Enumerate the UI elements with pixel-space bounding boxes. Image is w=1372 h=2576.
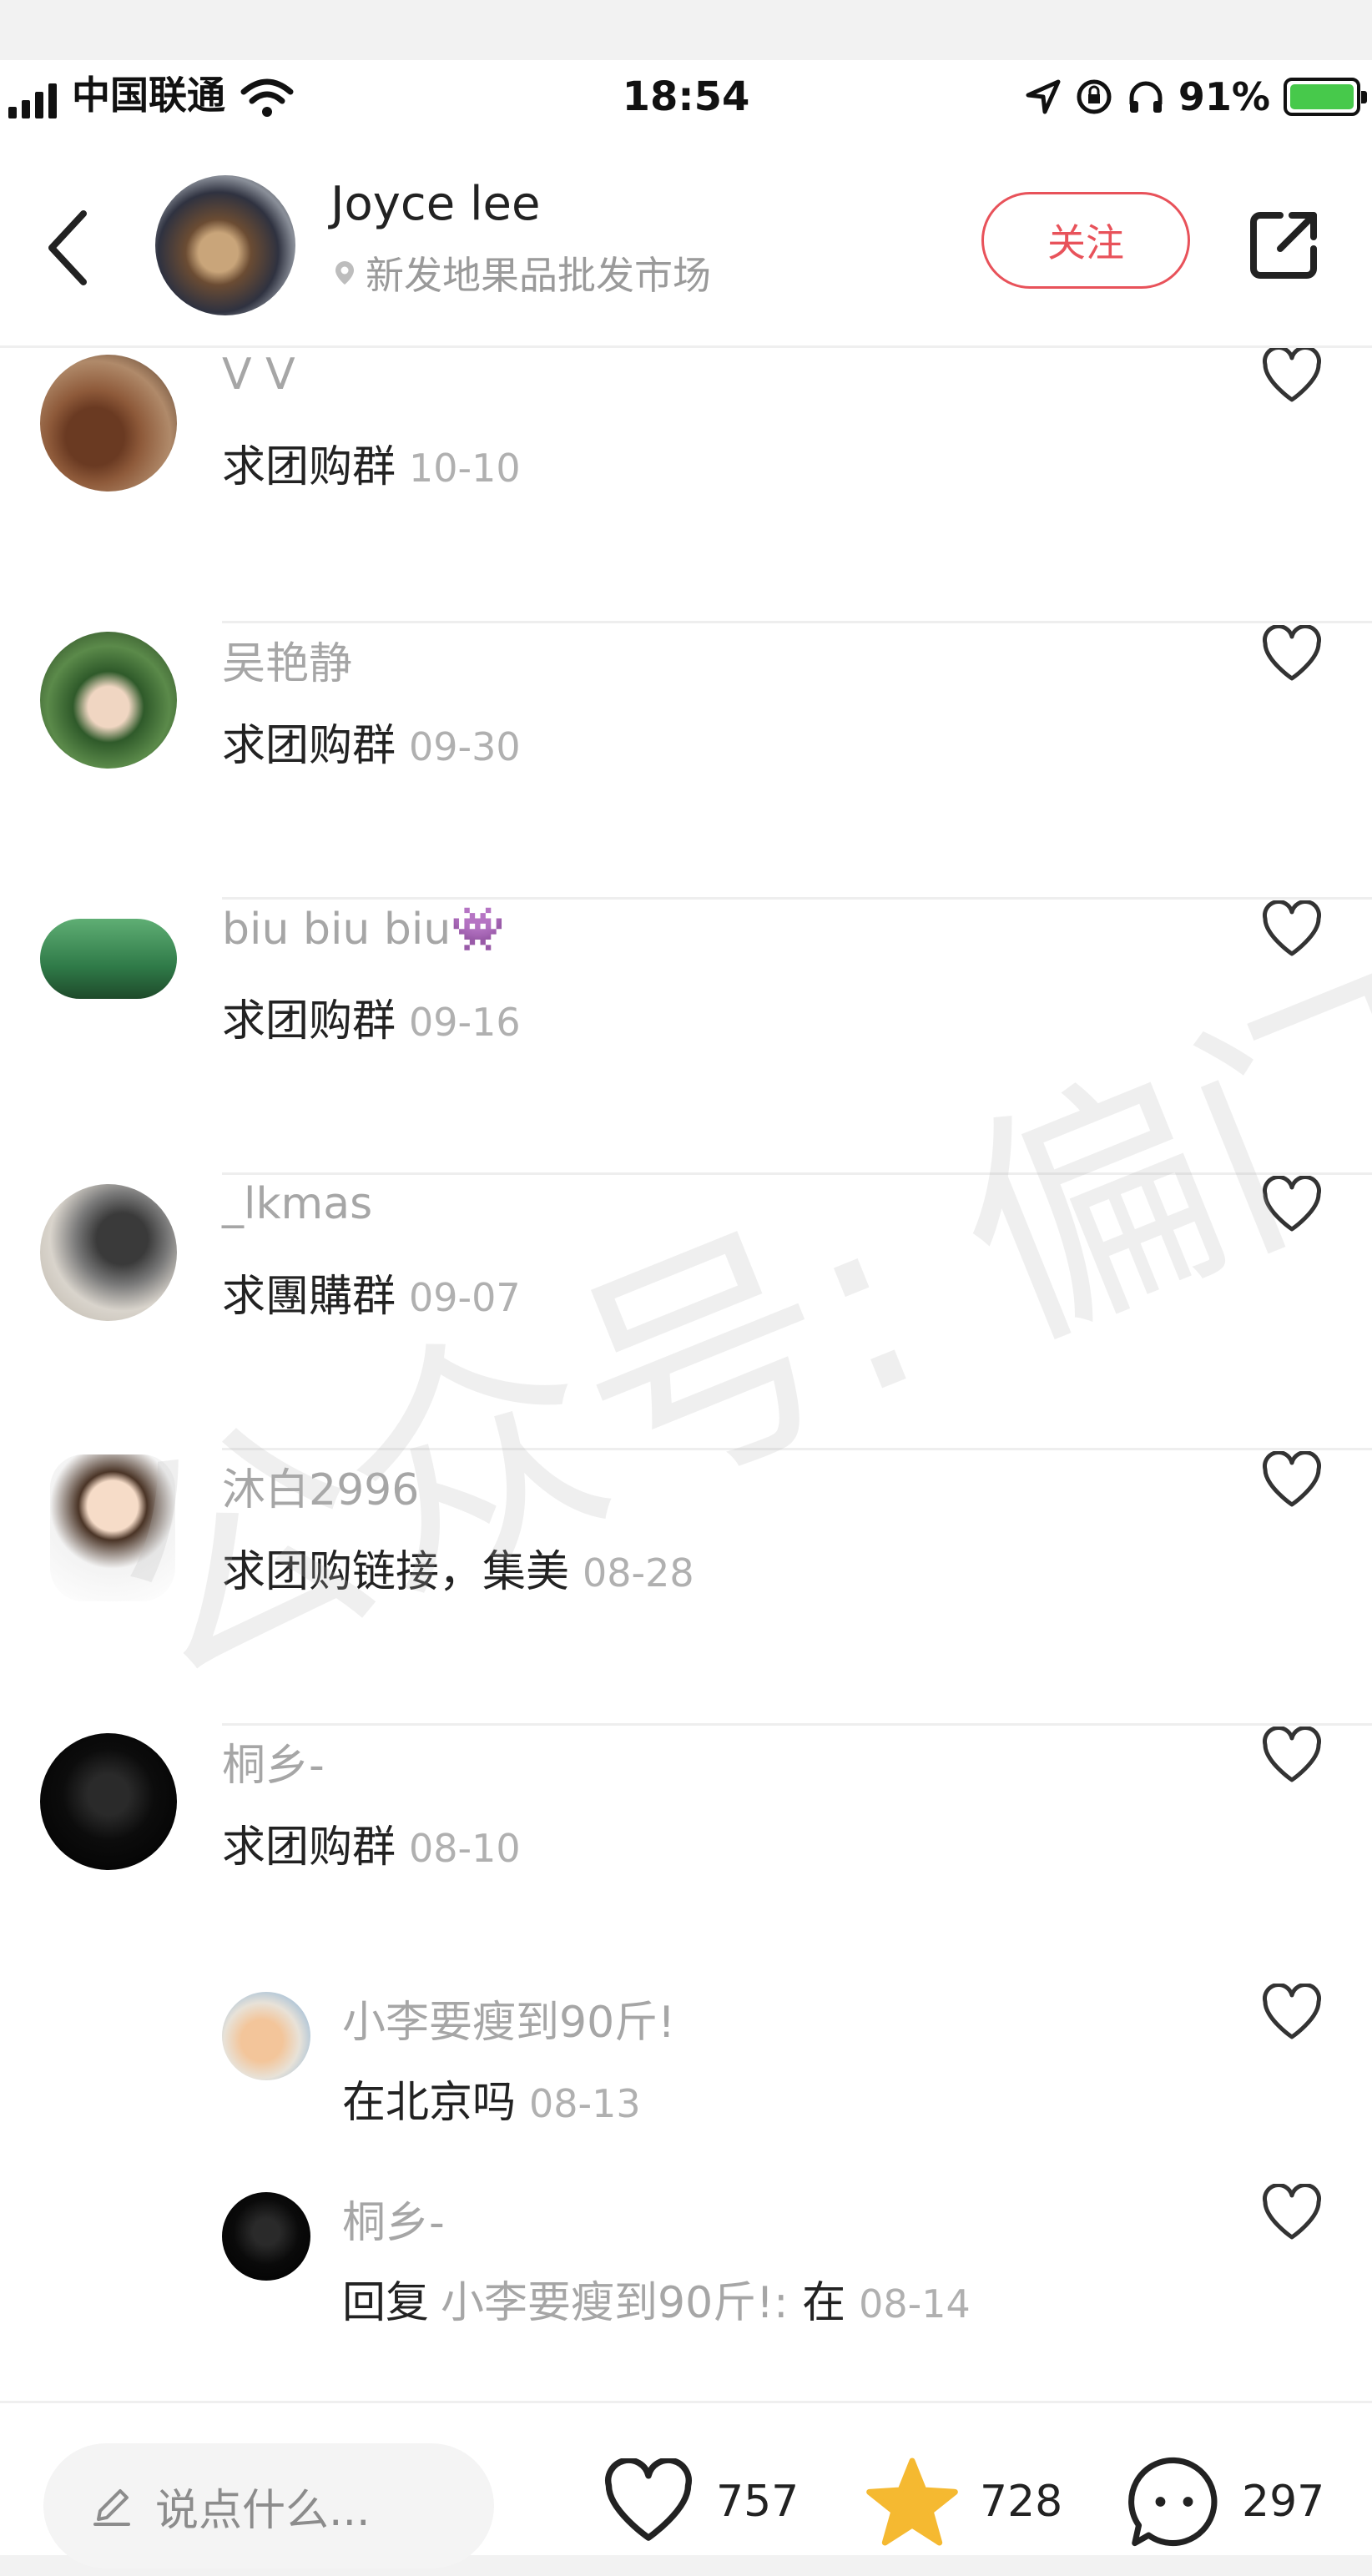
comment-text: 求团购群 <box>222 721 396 771</box>
comment-input-placeholder: 说点什么... <box>155 2485 371 2536</box>
comment-username[interactable]: 桐乡- <box>222 1730 325 1792</box>
reply-date: 08-13 <box>529 2081 641 2126</box>
reply-to-user[interactable]: 小李要瘦到90斤!: <box>441 2278 789 2328</box>
author-avatar[interactable] <box>155 175 295 315</box>
comment-username[interactable]: biu biu biu👾 <box>222 904 505 955</box>
heart-icon[interactable] <box>1260 348 1324 405</box>
comment-list: V V 求团购群 10-10 吴艳静 求团购群 09-30 biu biu biu👾… <box>0 348 1372 2392</box>
heart-icon[interactable] <box>1260 900 1324 959</box>
headphones-icon <box>1129 81 1163 113</box>
reply-username[interactable]: 小李要瘦到90斤! <box>342 1987 675 2049</box>
star-icon <box>866 2458 958 2546</box>
orientation-lock-icon <box>1077 79 1112 114</box>
collect-button[interactable]: 728 <box>863 2452 1062 2552</box>
location-arrow-icon <box>1026 79 1061 114</box>
comment-item[interactable]: 沐白2996 求团购链接，集美 08-28 <box>0 1449 1372 1725</box>
comment-avatar[interactable] <box>40 1733 177 1870</box>
share-icon[interactable] <box>1243 205 1324 285</box>
comment-username[interactable]: 沐白2996 <box>222 1454 419 1517</box>
comment-username[interactable]: 吴艳静 <box>222 628 352 691</box>
battery-percent: 91% <box>1178 74 1270 119</box>
comment-username[interactable]: _lkmas <box>222 1179 372 1229</box>
comment-bubble-icon <box>1128 2457 1218 2547</box>
comment-button[interactable]: 297 <box>1125 2452 1324 2552</box>
comment-username[interactable]: V V <box>222 350 295 400</box>
heart-icon[interactable] <box>1260 1451 1324 1510</box>
status-right: 91% <box>1025 72 1367 122</box>
heart-icon[interactable] <box>1260 1727 1324 1785</box>
comment-body: 求团购群 10-10 <box>222 431 521 494</box>
battery-icon <box>1284 78 1367 116</box>
heart-icon[interactable] <box>1260 625 1324 683</box>
location-label: 新发地果品批发市场 <box>366 253 711 298</box>
back-icon[interactable] <box>40 202 98 294</box>
reply-text: 在北京吗 <box>342 2078 517 2128</box>
comment-body: 求团购群 08-10 <box>222 1812 521 1874</box>
comment-avatar[interactable] <box>50 1454 175 1601</box>
comment-text: 求团购群 <box>222 442 396 492</box>
heart-icon[interactable] <box>1260 2184 1324 2242</box>
comment-body: 求团购群 09-16 <box>222 986 521 1048</box>
reply-avatar[interactable] <box>222 1992 310 2080</box>
reply-avatar[interactable] <box>222 2192 310 2281</box>
comment-body: 求團購群 09-07 <box>222 1261 521 1323</box>
comment-avatar[interactable] <box>40 1184 177 1321</box>
comment-count: 297 <box>1242 2477 1325 2527</box>
reply-username[interactable]: 桐乡- <box>342 2187 445 2250</box>
comment-input[interactable]: 说点什么... <box>43 2443 494 2568</box>
comment-date: 09-30 <box>409 724 521 769</box>
reply-prefix: 回复 <box>342 2278 430 2328</box>
reply-item[interactable]: 小李要瘦到90斤! 在北京吗 08-13 <box>0 1984 1372 2175</box>
comment-text: 求团购链接，集美 <box>222 1547 570 1597</box>
follow-button[interactable]: 关注 <box>981 192 1190 289</box>
comment-date: 08-10 <box>409 1826 521 1871</box>
author-location[interactable]: 新发地果品批发市场 <box>330 245 711 300</box>
comment-body: 求团购群 09-30 <box>222 710 521 773</box>
phone-screen: 中国联通 18:54 91% Joyce lee 新发地果品批发市场 关注 V … <box>0 60 1372 2568</box>
location-pin-icon <box>335 261 354 285</box>
status-bar: 中国联通 18:54 91% <box>0 60 1372 140</box>
author-name[interactable]: Joyce lee <box>330 177 540 231</box>
comment-avatar[interactable] <box>40 355 177 492</box>
comment-avatar[interactable] <box>40 632 177 769</box>
bottom-action-bar: 说点什么... 757 728 297 <box>0 2401 1372 2568</box>
comment-date: 08-28 <box>583 1550 694 1596</box>
comment-avatar[interactable] <box>40 919 177 999</box>
pencil-icon <box>93 2489 130 2526</box>
comment-date: 09-16 <box>409 1000 521 1045</box>
note-header: Joyce lee 新发地果品批发市场 关注 <box>0 152 1372 344</box>
comment-item[interactable]: _lkmas 求團購群 09-07 <box>0 1174 1372 1449</box>
comment-date: 09-07 <box>409 1275 521 1320</box>
comment-text: 求團購群 <box>222 1272 396 1322</box>
comment-item[interactable]: biu biu biu👾 求团购群 09-16 <box>0 899 1372 1174</box>
reply-body: 回复 小李要瘦到90斤!: 在 08-14 <box>342 2267 971 2330</box>
comment-date: 10-10 <box>409 446 521 491</box>
reply-body: 在北京吗 08-13 <box>342 2067 641 2130</box>
like-button[interactable]: 757 <box>599 2452 799 2552</box>
like-count: 757 <box>716 2477 799 2527</box>
comment-item[interactable]: 吴艳静 求团购群 09-30 <box>0 623 1372 899</box>
reply-item[interactable]: 桐乡- 回复 小李要瘦到90斤!: 在 08-14 <box>0 2184 1372 2376</box>
collect-count: 728 <box>980 2477 1063 2527</box>
heart-icon[interactable] <box>1260 1176 1324 1234</box>
heart-icon[interactable] <box>1260 1984 1324 2042</box>
comment-text: 求团购群 <box>222 1822 396 1873</box>
reply-text: 在 <box>802 2278 846 2328</box>
comment-item[interactable]: 桐乡- 求团购群 08-10 <box>0 1725 1372 2000</box>
comment-text: 求团购群 <box>222 996 396 1046</box>
reply-date: 08-14 <box>859 2281 971 2326</box>
heart-icon <box>605 2458 692 2541</box>
comment-body: 求团购链接，集美 08-28 <box>222 1536 694 1599</box>
comment-item[interactable]: V V 求团购群 10-10 <box>0 348 1372 569</box>
